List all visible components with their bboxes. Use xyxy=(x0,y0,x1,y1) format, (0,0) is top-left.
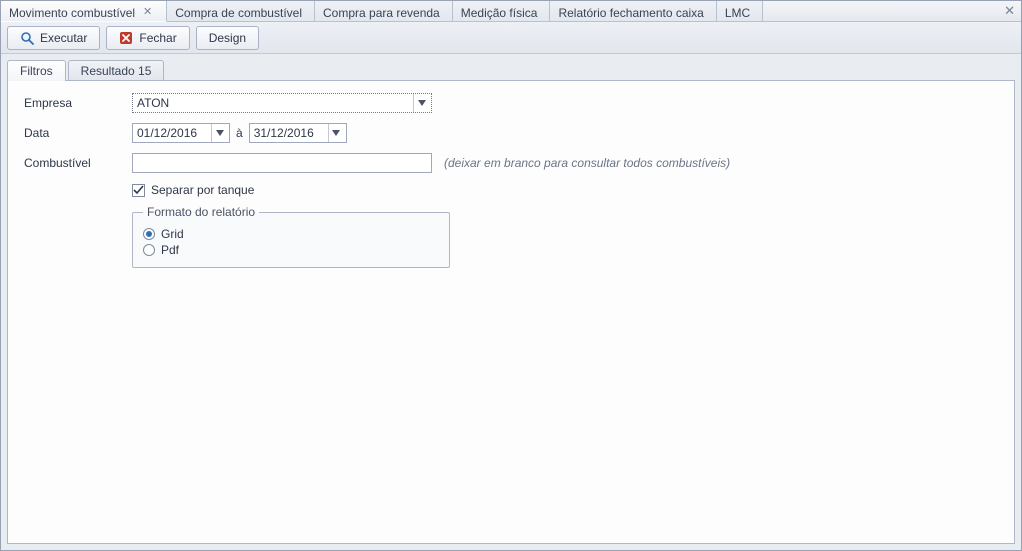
row-empresa: Empresa ATON xyxy=(24,93,998,113)
doc-tab-medicao-fisica[interactable]: Medição física xyxy=(453,1,551,21)
date-from-field[interactable]: 01/12/2016 xyxy=(132,123,230,143)
checkbox-icon xyxy=(132,184,145,197)
doc-tab-label: Relatório fechamento caixa xyxy=(558,6,703,20)
row-data: Data 01/12/2016 à 31/12/2016 xyxy=(24,123,998,143)
filters-panel: Empresa ATON Data 01/12/2016 à xyxy=(7,80,1015,544)
doc-tab-strip: Movimento combustível ✕ Compra de combus… xyxy=(1,1,1021,22)
doc-tab-label: Compra de combustível xyxy=(175,6,302,20)
combustivel-hint: (deixar em branco para consultar todos c… xyxy=(444,156,730,170)
design-label: Design xyxy=(209,31,246,45)
empresa-combo[interactable]: ATON xyxy=(132,93,432,113)
search-icon xyxy=(20,31,34,45)
formato-pdf-radio[interactable]: Pdf xyxy=(143,243,439,257)
date-from-value: 01/12/2016 xyxy=(137,126,207,140)
formato-pdf-label: Pdf xyxy=(161,243,179,257)
formato-grid-label: Grid xyxy=(161,227,184,241)
row-combustivel: Combustível (deixar em branco para consu… xyxy=(24,153,998,173)
formato-group: Formato do relatório Grid Pdf xyxy=(132,205,450,268)
separar-tanque-checkbox[interactable]: Separar por tanque xyxy=(132,183,254,197)
date-to-field[interactable]: 31/12/2016 xyxy=(249,123,347,143)
design-button[interactable]: Design xyxy=(196,26,259,50)
radio-icon xyxy=(143,228,155,240)
app-window: Movimento combustível ✕ Compra de combus… xyxy=(0,0,1022,551)
close-label: Fechar xyxy=(139,31,176,45)
empresa-value: ATON xyxy=(137,96,409,110)
tab-resultado-label: Resultado 15 xyxy=(81,64,152,78)
doc-tab-relatorio-caixa[interactable]: Relatório fechamento caixa xyxy=(550,1,716,21)
chevron-down-icon[interactable] xyxy=(211,124,227,142)
radio-icon xyxy=(143,244,155,256)
doc-tab-label: LMC xyxy=(725,6,750,20)
execute-button[interactable]: Executar xyxy=(7,26,100,50)
tab-filtros[interactable]: Filtros xyxy=(7,60,66,81)
date-separator: à xyxy=(236,126,243,140)
doc-tab-compra-revenda[interactable]: Compra para revenda xyxy=(315,1,453,21)
separar-tanque-label: Separar por tanque xyxy=(151,183,254,197)
close-icon xyxy=(119,31,133,45)
doc-tab-label: Movimento combustível xyxy=(9,6,135,20)
formato-legend: Formato do relatório xyxy=(143,205,259,219)
formato-grid-radio[interactable]: Grid xyxy=(143,227,439,241)
toolbar: Executar Fechar Design xyxy=(1,22,1021,54)
close-icon[interactable]: ✕ xyxy=(141,7,154,18)
panel-wrap: Filtros Resultado 15 Empresa ATON Data xyxy=(7,58,1015,544)
empresa-label: Empresa xyxy=(24,96,132,110)
doc-tab-label: Medição física xyxy=(461,6,538,20)
close-all-icon[interactable]: ✕ xyxy=(1004,4,1015,17)
combustivel-field[interactable] xyxy=(132,153,432,173)
date-to-value: 31/12/2016 xyxy=(254,126,324,140)
execute-label: Executar xyxy=(40,31,87,45)
data-label: Data xyxy=(24,126,132,140)
doc-tab-lmc[interactable]: LMC xyxy=(717,1,763,21)
tab-filtros-label: Filtros xyxy=(20,64,53,78)
chevron-down-icon[interactable] xyxy=(413,94,429,112)
doc-tab-movimento[interactable]: Movimento combustível ✕ xyxy=(1,1,167,22)
doc-tab-label: Compra para revenda xyxy=(323,6,440,20)
close-button[interactable]: Fechar xyxy=(106,26,189,50)
doc-tab-compra-combustivel[interactable]: Compra de combustível xyxy=(167,1,315,21)
chevron-down-icon[interactable] xyxy=(328,124,344,142)
tab-resultado[interactable]: Resultado 15 xyxy=(68,60,165,81)
combustivel-label: Combustível xyxy=(24,156,132,170)
inner-tab-strip: Filtros Resultado 15 xyxy=(7,58,1015,80)
